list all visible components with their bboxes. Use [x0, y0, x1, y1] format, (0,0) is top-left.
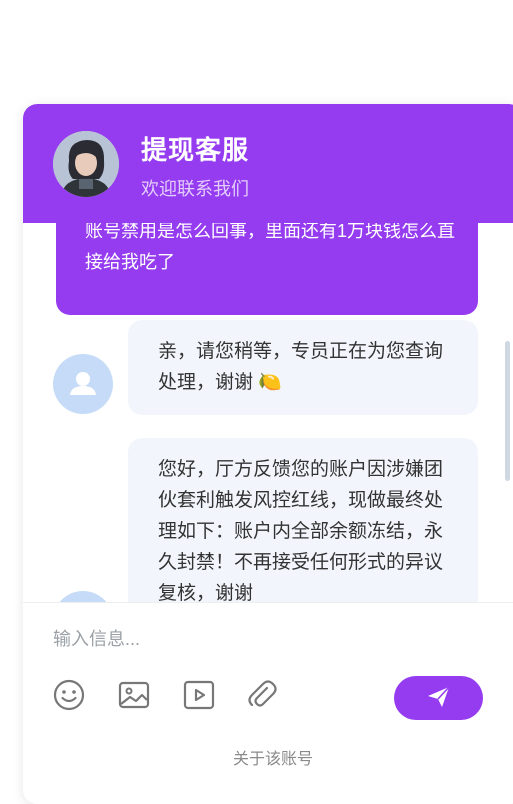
chat-title: 提现客服: [141, 135, 250, 165]
emoji-icon[interactable]: [52, 678, 86, 712]
about-account-link[interactable]: 关于该账号: [23, 745, 513, 769]
user-message-bubble: 账号禁用是怎么回事，里面还有1万块钱怎么直接给我吃了: [56, 223, 478, 315]
agent-message-bubble: 亲，请您稍等，专员正在为您查询处理，谢谢 🍋: [128, 320, 478, 415]
composer: 关于该账号: [23, 602, 513, 804]
agent-avatar: [53, 354, 113, 414]
image-icon[interactable]: [117, 678, 151, 712]
chat-window: 提现客服 欢迎联系我们 账号禁用是怎么回事，里面还有1万块钱怎么直接给我吃了 亲…: [23, 104, 513, 804]
agent-message-bubble: 您好，厅方反馈您的账户因涉嫌团伙套利触发风控红线，现做最终处理如下：账户内全部余…: [128, 438, 478, 603]
message-text: 您好，厅方反馈您的账户因涉嫌团伙套利触发风控红线，现做最终处理如下：账户内全部余…: [158, 459, 444, 603]
messages-scrollbar[interactable]: [505, 341, 510, 481]
chat-header: 提现客服 欢迎联系我们: [23, 104, 513, 223]
message-text: 账号禁用是怎么回事，里面还有1万块钱怎么直接给我吃了: [85, 223, 456, 272]
support-avatar: [53, 131, 119, 197]
message-text: 亲，请您稍等，专员正在为您查询处理，谢谢 🍋: [158, 341, 444, 393]
default-user-icon: [70, 372, 96, 395]
send-button[interactable]: [394, 676, 483, 720]
message-list[interactable]: 账号禁用是怎么回事，里面还有1万块钱怎么直接给我吃了 亲，请您稍等，专员正在为您…: [23, 223, 513, 603]
attachment-icon[interactable]: [245, 678, 279, 712]
chat-subtitle: 欢迎联系我们: [141, 179, 249, 199]
message-input[interactable]: [51, 621, 435, 657]
send-icon: [427, 685, 450, 707]
user-photo-avatar-icon: [53, 131, 119, 197]
video-icon[interactable]: [182, 678, 216, 712]
